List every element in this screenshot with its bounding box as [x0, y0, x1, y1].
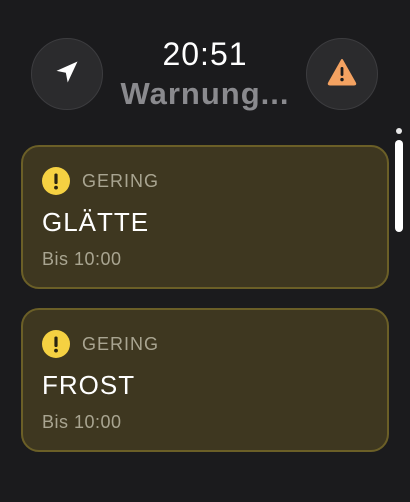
exclamation-circle-icon	[42, 330, 70, 358]
warning-button[interactable]	[306, 38, 378, 110]
warning-card[interactable]: GERING GLÄTTE Bis 10:00	[21, 145, 389, 289]
scrollbar-thumb[interactable]	[395, 140, 403, 232]
exclamation-circle-icon	[42, 167, 70, 195]
screen: 20:51 Warnung... GERING GLÄTTE Bis 10:00…	[0, 0, 410, 502]
header: 20:51 Warnung...	[100, 36, 310, 112]
location-button[interactable]	[31, 38, 103, 110]
scroll-indicator-dot	[396, 128, 402, 134]
warning-level-row: GERING	[42, 167, 159, 195]
scrollbar[interactable]	[395, 128, 403, 232]
warning-level: GERING	[82, 170, 160, 191]
time-display: 20:51	[162, 36, 248, 72]
location-arrow-icon	[53, 58, 81, 91]
page-title: Warnung...	[120, 76, 290, 111]
warning-level-row: GERING	[42, 330, 159, 358]
warning-until: Bis 10:00	[42, 412, 122, 432]
warning-level: GERING	[82, 333, 160, 354]
warning-until: Bis 10:00	[42, 249, 122, 269]
warning-card[interactable]: GERING FROST Bis 10:00	[21, 308, 389, 452]
warning-triangle-icon	[327, 58, 357, 91]
warning-title: GLÄTTE	[42, 207, 150, 237]
warning-title: FROST	[42, 370, 136, 400]
